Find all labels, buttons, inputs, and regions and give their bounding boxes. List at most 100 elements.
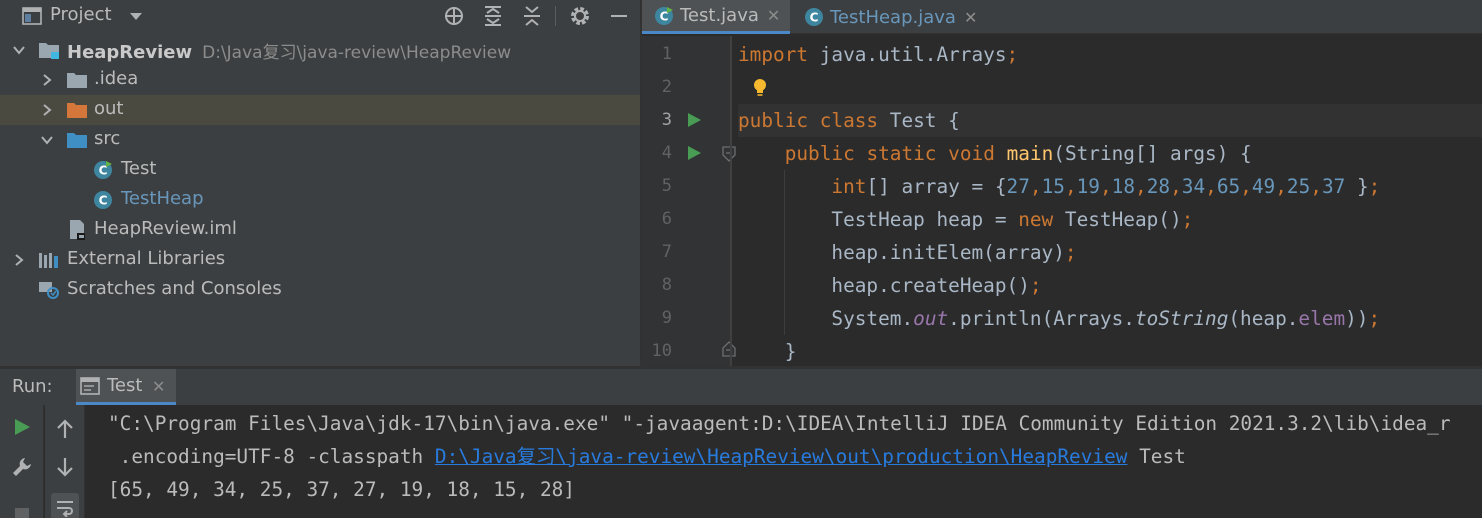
scroll-down-button[interactable] [51, 453, 79, 481]
chevron-down-icon[interactable] [40, 133, 54, 147]
tab-label: TestHeap.java [830, 6, 956, 28]
svg-text:C: C [810, 11, 819, 25]
editor-gutter[interactable]: 1 2 3 4 5 6 7 8 9 10 [642, 36, 736, 366]
tree-item-idea[interactable]: .idea [0, 65, 640, 95]
chevron-down-icon[interactable] [12, 43, 26, 57]
options-button[interactable] [568, 4, 592, 28]
code-line-4[interactable]: public static void main(String[] args) { [738, 137, 1482, 170]
toolbar-divider [555, 6, 556, 26]
tree-item-label: External Libraries [67, 248, 226, 269]
run-toolbar-secondary [45, 405, 85, 518]
code-line-3[interactable]: public class Test { [738, 104, 1482, 137]
java-class-runnable-icon: C [94, 161, 112, 179]
svg-text:C: C [99, 194, 108, 208]
soft-wrap-icon [57, 501, 73, 517]
run-tab-test[interactable]: Test ✕ [76, 369, 176, 405]
play-icon [15, 419, 30, 435]
line-number: 3 [661, 110, 672, 130]
excluded-folder-icon [67, 103, 87, 118]
editor-tab-bar: C Test.java ✕ C TestHeap.java ✕ [642, 0, 1482, 34]
code-line-1[interactable]: import java.util.Arrays; [738, 38, 1482, 71]
tree-item-heapreview-iml[interactable]: HeapReview.iml [0, 215, 640, 245]
scratches-icon [39, 282, 59, 299]
locate-file-button[interactable] [442, 4, 466, 28]
run-gutter-icon[interactable] [686, 145, 702, 161]
java-class-icon: C [805, 8, 823, 26]
close-icon[interactable]: ✕ [964, 8, 977, 27]
code-line-6[interactable]: TestHeap heap = new TestHeap(); [738, 203, 1482, 236]
java-class-runnable-icon: C [655, 6, 673, 25]
collapse-all-icon [524, 6, 540, 26]
gutter-divider [730, 36, 732, 366]
arrow-up-icon [57, 419, 73, 438]
line-number: 10 [651, 341, 672, 361]
run-toolbar-primary [0, 405, 44, 518]
project-title[interactable]: Project [50, 4, 112, 25]
edit-configuration-button[interactable] [8, 453, 36, 481]
chevron-down-icon[interactable] [128, 9, 144, 23]
collapse-all-button[interactable] [520, 4, 544, 28]
tree-item-heapreview[interactable]: HeapReview D:\Java复习\java-review\HeapRevi… [0, 35, 640, 65]
close-icon[interactable]: ✕ [152, 377, 165, 396]
tree-item-out[interactable]: out [0, 95, 640, 125]
folder-icon [67, 73, 87, 88]
minimize-icon [611, 15, 627, 17]
project-window-icon [22, 7, 42, 25]
tree-item-label: out [94, 98, 124, 119]
tree-item-external-libraries[interactable]: External Libraries [0, 245, 640, 275]
expand-all-button[interactable] [481, 4, 505, 28]
arrow-down-icon [57, 458, 73, 477]
code-line-10[interactable]: } [738, 335, 1482, 366]
tree-item-testheap[interactable]: C TestHeap [0, 185, 640, 215]
wrench-icon [13, 458, 31, 476]
tree-item-label: src [94, 128, 121, 149]
fold-icon[interactable] [722, 146, 736, 162]
run-tool-window-header: Run: Test ✕ [0, 369, 1482, 405]
stop-icon [15, 508, 29, 518]
close-icon[interactable]: ✕ [767, 6, 780, 25]
hide-panel-button[interactable] [607, 4, 631, 28]
lightbulb-icon[interactable] [752, 78, 768, 98]
project-tool-window: Project HeapReview D:\Java复习\java-review… [0, 0, 640, 366]
line-number: 2 [661, 77, 672, 97]
classpath-link[interactable]: D:\Java复习\java-review\HeapReview\out\pro… [435, 445, 1128, 468]
code-area[interactable]: import java.util.Arrays; public class Te… [738, 36, 1482, 366]
rerun-button[interactable] [8, 413, 36, 441]
code-line-8[interactable]: heap.createHeap(); [738, 269, 1482, 302]
run-gutter-icon[interactable] [686, 112, 702, 128]
tree-item-src[interactable]: src [0, 125, 640, 155]
code-line-9[interactable]: System.out.println(Arrays.toString(heap.… [738, 302, 1482, 335]
source-folder-icon [67, 133, 87, 148]
line-number: 6 [661, 209, 672, 229]
tree-item-test[interactable]: C Test [0, 155, 640, 185]
chevron-right-icon[interactable] [12, 253, 26, 267]
line-number: 9 [661, 308, 672, 328]
tree-item-scratches[interactable]: Scratches and Consoles [0, 275, 640, 305]
tree-item-label: .idea [94, 68, 139, 89]
fold-icon[interactable] [722, 341, 736, 357]
module-folder-icon [39, 43, 59, 59]
soft-wrap-button[interactable] [51, 493, 79, 518]
run-tab-label: Test [107, 375, 143, 396]
tab-test-java[interactable]: C Test.java ✕ [642, 0, 790, 34]
run-console[interactable]: "C:\Program Files\Java\jdk-17\bin\java.e… [86, 405, 1482, 518]
console-output-line: [65, 49, 34, 25, 37, 27, 19, 18, 15, 28] [108, 478, 575, 501]
code-line-2[interactable] [738, 71, 1482, 104]
scroll-up-button[interactable] [51, 415, 79, 443]
chevron-right-icon[interactable] [40, 103, 54, 117]
expand-all-icon [485, 6, 501, 26]
tab-testheap-java[interactable]: C TestHeap.java ✕ [790, 0, 980, 34]
code-line-7[interactable]: heap.initElem(array); [738, 236, 1482, 269]
console-line: "C:\Program Files\Java\jdk-17\bin\java.e… [108, 412, 1451, 435]
line-number: 7 [661, 242, 672, 262]
gear-icon [571, 7, 589, 25]
stop-button[interactable] [8, 497, 36, 518]
code-line-5[interactable]: int[] array = {27,15,19,18,28,34,65,49,2… [738, 170, 1482, 203]
java-class-icon: C [94, 191, 112, 209]
code-editor: C Test.java ✕ C TestHeap.java ✕ 1 2 3 4 … [642, 0, 1482, 366]
chevron-right-icon[interactable] [40, 73, 54, 87]
tree-item-label: TestHeap [121, 188, 204, 209]
libraries-icon [39, 253, 58, 268]
run-label: Run: [12, 376, 53, 397]
project-header: Project [0, 0, 640, 32]
